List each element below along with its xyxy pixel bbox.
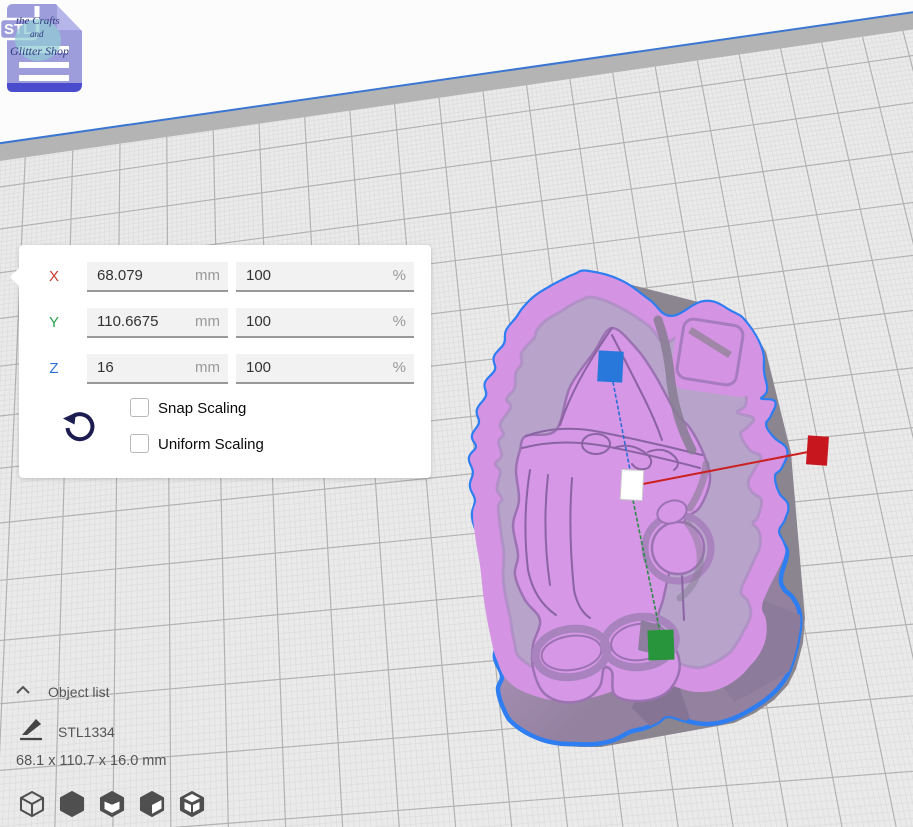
svg-text:and: and: [30, 29, 44, 39]
svg-text:the Crafts: the Crafts: [16, 15, 60, 27]
svg-text:Glitter Shop: Glitter Shop: [10, 44, 69, 58]
